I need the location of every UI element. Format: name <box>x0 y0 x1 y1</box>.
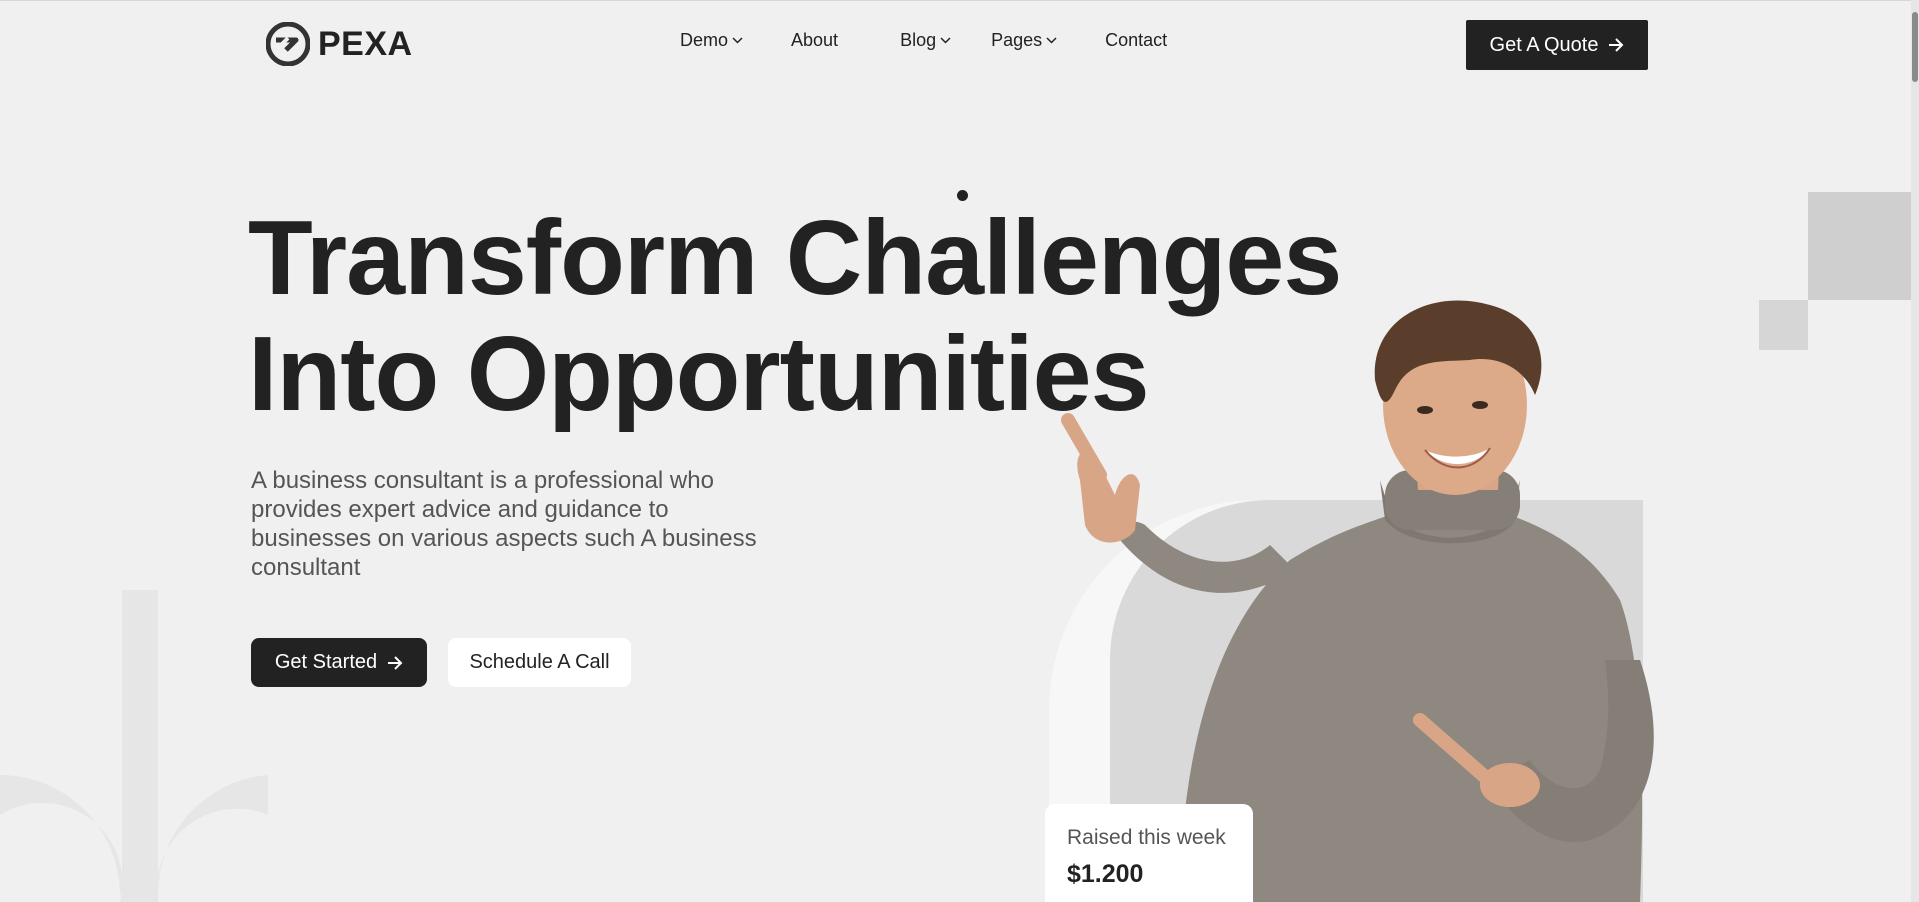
chevron-down-icon <box>732 37 743 44</box>
nav-label: Contact <box>1105 30 1168 50</box>
arrow-right-icon <box>1609 38 1624 52</box>
stat-label: Raised this week <box>1067 826 1226 849</box>
nav-label: Blog <box>900 30 937 50</box>
top-border <box>0 0 1919 1</box>
stat-card: Raised this week $1.200 <box>1045 804 1253 902</box>
nav-item-about[interactable]: About <box>791 30 838 51</box>
decorative-dot <box>957 190 968 201</box>
nav-item-blog[interactable]: Blog <box>900 30 951 51</box>
vertical-scrollbar[interactable] <box>1911 0 1919 902</box>
nav-label: About <box>791 30 839 50</box>
nav-label: Pages <box>991 30 1043 50</box>
decorative-shape <box>0 590 268 902</box>
logo-icon <box>266 22 310 66</box>
arrow-right-icon <box>388 655 403 670</box>
nav-item-contact[interactable]: Contact <box>1105 30 1167 51</box>
scrollbar-thumb[interactable] <box>1912 12 1918 82</box>
logo[interactable]: PEXA <box>266 22 413 66</box>
logo-text: PEXA <box>318 24 413 63</box>
quote-button-label: Get A Quote <box>1489 33 1599 56</box>
get-started-label: Get Started <box>274 651 378 673</box>
main-nav: Demo About Blog Pages Contact <box>680 30 1167 51</box>
nav-item-pages[interactable]: Pages <box>991 30 1057 51</box>
get-started-button[interactable]: Get Started <box>251 638 427 687</box>
hero-title-line2: Into Opportunities <box>248 315 1150 433</box>
hero-description: A business consultant is a professional … <box>251 467 757 581</box>
schedule-call-label: Schedule A Call <box>469 651 610 673</box>
decorative-squares <box>1759 192 1919 350</box>
nav-label: Demo <box>680 30 729 50</box>
chevron-down-icon <box>940 37 951 44</box>
stat-value: $1.200 <box>1067 860 1144 888</box>
schedule-a-call-button[interactable]: Schedule A Call <box>448 638 631 687</box>
chevron-down-icon <box>1046 37 1057 44</box>
nav-item-demo[interactable]: Demo <box>680 30 743 51</box>
get-a-quote-button[interactable]: Get A Quote <box>1466 20 1648 70</box>
